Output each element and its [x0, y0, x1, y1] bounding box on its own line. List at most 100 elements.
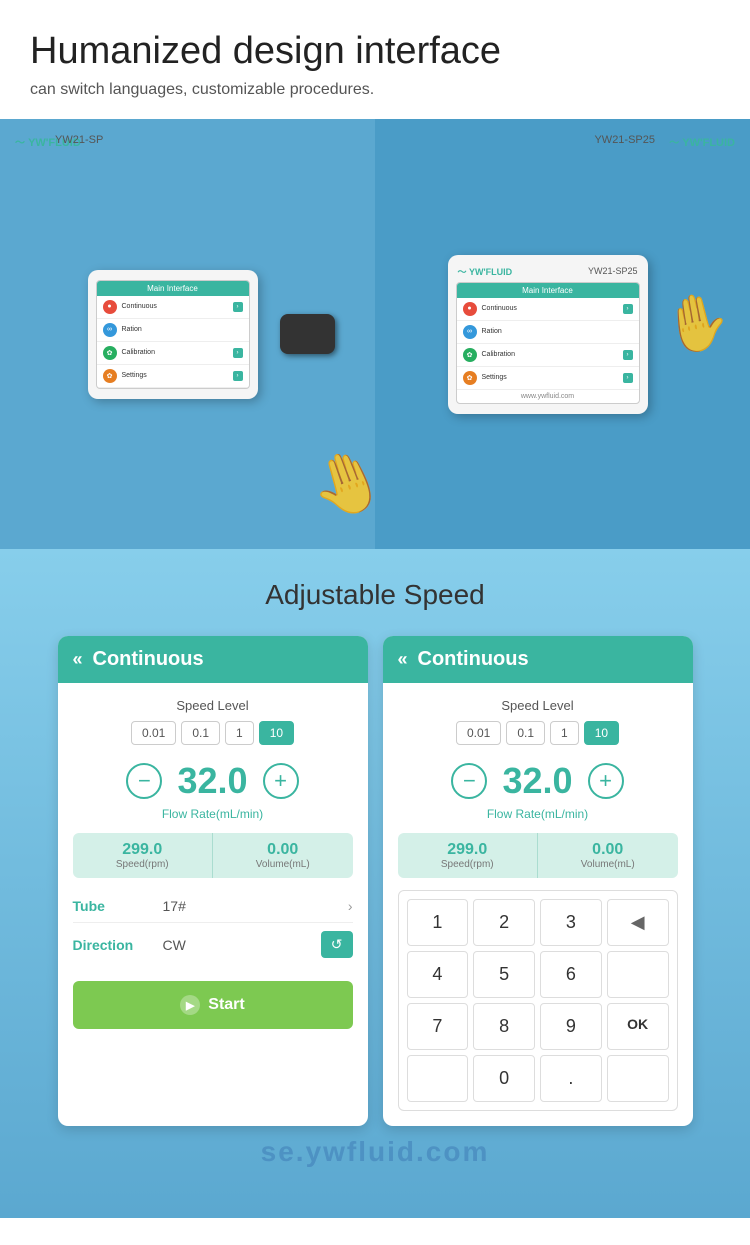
calib-label-right: Calibration: [482, 351, 618, 358]
speed-label-right: Speed(rpm): [408, 859, 528, 870]
device-box-left: Main Interface ● Continuous › ∞ Ration ✿…: [88, 270, 258, 399]
flow-rate-label-left: Flow Rate(mL/min): [73, 807, 353, 821]
screen-item-ration-right: ∞ Ration: [457, 321, 639, 344]
main-title: Humanized design interface: [30, 30, 720, 73]
set-icon-right: ✿: [463, 371, 477, 385]
tube-value-left: 17#: [163, 898, 348, 914]
panel-header-right: « Continuous: [383, 636, 693, 683]
control-panel-left: « Continuous Speed Level 0.01 0.1 1 10 −…: [58, 636, 368, 1126]
speed-stat-left: 299.0 Speed(rpm): [73, 833, 213, 878]
speed-btn-01-left[interactable]: 0.1: [181, 721, 220, 745]
num-key-9[interactable]: 9: [540, 1003, 602, 1050]
ration-icon-right: ∞: [463, 325, 477, 339]
control-panel-right: « Continuous Speed Level 0.01 0.1 1 10 −…: [383, 636, 693, 1126]
screen-item-set-right: ✿ Settings ›: [457, 367, 639, 390]
num-key-dot[interactable]: .: [540, 1055, 602, 1102]
num-key-6[interactable]: 6: [540, 951, 602, 998]
settings-btn[interactable]: ›: [233, 371, 243, 381]
right-device-panel: 〜 YW'FLUID YW21-SP25 〜 YW'FLUID YW21-SP2…: [375, 119, 750, 549]
speed-level-label-left: Speed Level: [73, 698, 353, 713]
direction-value-left: CW: [163, 937, 321, 953]
start-label-left: Start: [208, 996, 244, 1014]
num-key-2[interactable]: 2: [473, 899, 535, 946]
direction-btn-left[interactable]: ↺: [321, 931, 353, 958]
top-section: Humanized design interface can switch la…: [0, 0, 750, 119]
right-brand: 〜 YW'FLUID: [458, 265, 513, 278]
website-label: www.ywfluid.com: [457, 390, 639, 403]
foot-pedal: [280, 314, 335, 354]
continuous-btn[interactable]: ›: [233, 302, 243, 312]
subtitle: can switch languages, customizable proce…: [30, 81, 720, 99]
cont-btn-right[interactable]: ›: [623, 304, 633, 314]
num-key-8[interactable]: 8: [473, 1003, 535, 1050]
start-button-left[interactable]: ▶ Start: [73, 981, 353, 1029]
continuous-label: Continuous: [122, 303, 228, 310]
plus-btn-left[interactable]: +: [263, 763, 299, 799]
hand-right: 🤚: [656, 286, 735, 362]
num-key-1[interactable]: 1: [407, 899, 469, 946]
num-key-empty: [607, 951, 669, 998]
model-label-right: YW21-SP25: [594, 134, 655, 146]
flow-rate-row-left: − 32.0 +: [73, 760, 353, 802]
settings-icon: ✿: [103, 369, 117, 383]
num-key-5[interactable]: 5: [473, 951, 535, 998]
speed-btn-01-right[interactable]: 0.1: [506, 721, 545, 745]
cont-label-right: Continuous: [482, 305, 618, 312]
start-icon-left: ▶: [180, 995, 200, 1015]
num-key-7[interactable]: 7: [407, 1003, 469, 1050]
tube-arrow-left[interactable]: ›: [348, 898, 353, 914]
calibration-label: Calibration: [122, 349, 228, 356]
speed-btn-1-right[interactable]: 1: [550, 721, 579, 745]
speed-btn-10-right[interactable]: 10: [584, 721, 619, 745]
ok-key[interactable]: OK: [607, 1003, 669, 1050]
continuous-icon: ●: [103, 300, 117, 314]
num-key-empty2: [407, 1055, 469, 1102]
screen-header-right: Main Interface: [457, 283, 639, 298]
num-key-0[interactable]: 0: [473, 1055, 535, 1102]
speed-value-left: 299.0: [83, 841, 203, 859]
direction-row-left: Direction CW ↺: [73, 923, 353, 966]
direction-label-left: Direction: [73, 937, 163, 953]
panels-row: « Continuous Speed Level 0.01 0.1 1 10 −…: [20, 636, 730, 1126]
speed-label-left: Speed(rpm): [83, 859, 203, 870]
calib-btn-right[interactable]: ›: [623, 350, 633, 360]
speed-btn-1-left[interactable]: 1: [225, 721, 254, 745]
ration-icon: ∞: [103, 323, 117, 337]
calib-icon-right: ✿: [463, 348, 477, 362]
device-image-area: 〜 YW'FLUID YW21-SP Main Interface ● Cont…: [0, 119, 750, 549]
flow-value-right: 32.0: [502, 760, 572, 802]
minus-btn-right[interactable]: −: [451, 763, 487, 799]
back-arrow-right[interactable]: «: [398, 649, 408, 670]
speed-btn-001-left[interactable]: 0.01: [131, 721, 176, 745]
volume-value-right: 0.00: [548, 841, 668, 859]
speed-btn-001-right[interactable]: 0.01: [456, 721, 501, 745]
flow-value-left: 32.0: [177, 760, 247, 802]
speed-stat-right: 299.0 Speed(rpm): [398, 833, 538, 878]
ration-label: Ration: [122, 326, 243, 333]
brand-logo-right: 〜 YW'FLUID: [669, 134, 735, 149]
screen-item-ration: ∞ Ration: [97, 319, 249, 342]
minus-btn-left[interactable]: −: [126, 763, 162, 799]
watermark: se.ywfluid.com: [20, 1136, 730, 1168]
plus-btn-right[interactable]: +: [588, 763, 624, 799]
tube-label-left: Tube: [73, 898, 163, 914]
num-key-empty3: [607, 1055, 669, 1102]
calibration-btn[interactable]: ›: [233, 348, 243, 358]
num-key-4[interactable]: 4: [407, 951, 469, 998]
set-btn-right[interactable]: ›: [623, 373, 633, 383]
screen-item-cont-right: ● Continuous ›: [457, 298, 639, 321]
back-arrow-left[interactable]: «: [73, 649, 83, 670]
panel-title-right: Continuous: [418, 648, 529, 671]
screen-item-calib-right: ✿ Calibration ›: [457, 344, 639, 367]
left-device-panel: 〜 YW'FLUID YW21-SP Main Interface ● Cont…: [0, 119, 375, 549]
volume-label-left: Volume(mL): [223, 859, 343, 870]
model-label-left: YW21-SP: [55, 134, 103, 146]
speed-value-right: 299.0: [408, 841, 528, 859]
speed-btn-10-left[interactable]: 10: [259, 721, 294, 745]
backspace-key[interactable]: ◀: [607, 899, 669, 946]
speed-level-label-right: Speed Level: [398, 698, 678, 713]
panel-body-right: Speed Level 0.01 0.1 1 10 − 32.0 + Flow …: [383, 683, 693, 1126]
volume-value-left: 0.00: [223, 841, 343, 859]
num-key-3[interactable]: 3: [540, 899, 602, 946]
device-screen-right: Main Interface ● Continuous › ∞ Ration ✿…: [456, 282, 640, 404]
